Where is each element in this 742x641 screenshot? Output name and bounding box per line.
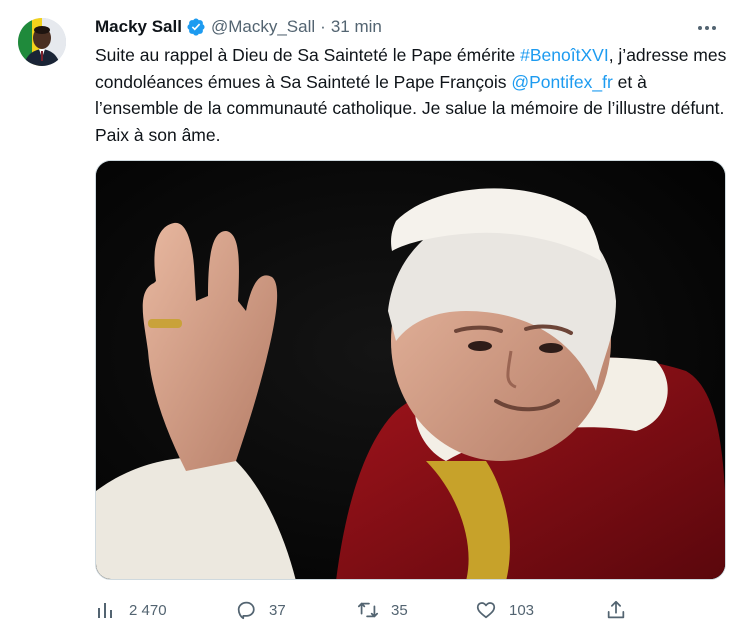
author-name[interactable]: Macky Sall	[95, 17, 182, 37]
verified-badge-icon	[186, 17, 206, 37]
separator-dot: ·	[320, 17, 326, 36]
avatar[interactable]	[18, 18, 66, 66]
hashtag-link[interactable]: #BenoîtXVI	[520, 45, 609, 65]
tweet-text-part: Suite au rappel à Dieu de Sa Sainteté le…	[95, 45, 521, 65]
views-count: 2 470	[129, 601, 167, 619]
views-button[interactable]: 2 470	[95, 596, 167, 624]
reply-button[interactable]: 37	[235, 596, 286, 624]
author-handle[interactable]: @Macky_Sall	[211, 17, 315, 37]
tweet-photo[interactable]	[95, 160, 726, 580]
more-icon[interactable]	[696, 18, 718, 38]
share-button[interactable]	[605, 596, 627, 624]
reply-count: 37	[269, 601, 286, 619]
retweet-button[interactable]: 35	[357, 596, 408, 624]
timestamp[interactable]: 31 min	[331, 17, 382, 37]
views-icon	[95, 599, 117, 621]
tweet-header: Macky Sall @Macky_Sall · 31 min	[95, 16, 382, 38]
share-icon	[605, 599, 627, 621]
like-count: 103	[509, 601, 535, 619]
tweet-text: Suite au rappel à Dieu de Sa Sainteté le…	[95, 42, 727, 148]
retweet-icon	[357, 599, 379, 621]
reply-icon	[235, 599, 257, 621]
mention-link[interactable]: @Pontifex_fr	[511, 72, 612, 92]
like-icon	[475, 599, 497, 621]
tweet[interactable]: Macky Sall @Macky_Sall · 31 min Suite au…	[0, 0, 742, 641]
like-button[interactable]: 103	[475, 596, 534, 624]
tweet-actions: 2 470 37 35 103	[95, 596, 655, 624]
retweet-count: 35	[391, 601, 408, 619]
